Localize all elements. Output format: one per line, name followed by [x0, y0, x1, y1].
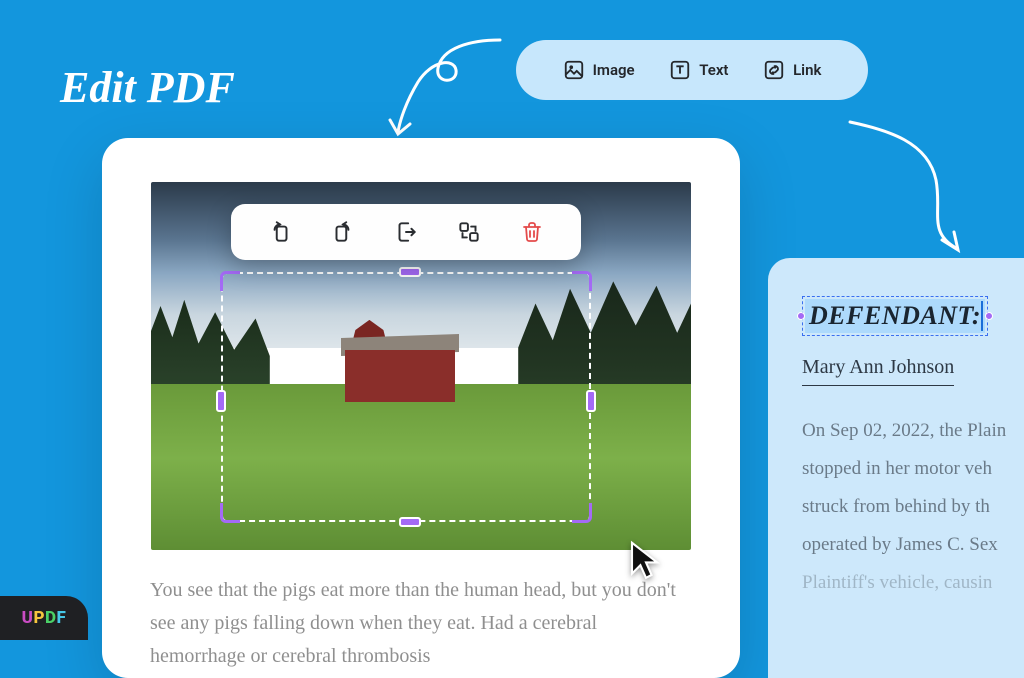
- arrow-decoration-left: [380, 28, 520, 148]
- text-handle-left[interactable]: [797, 312, 805, 320]
- text-handle-right[interactable]: [985, 312, 993, 320]
- arrow-decoration-right: [838, 112, 998, 272]
- defendant-name: Mary Ann Johnson: [802, 356, 954, 386]
- selection-corner-sw[interactable]: [220, 503, 240, 523]
- text-icon: [669, 59, 691, 81]
- extract-image-button[interactable]: [392, 218, 420, 246]
- link-icon: [763, 59, 785, 81]
- photo-container: [151, 182, 691, 550]
- selection-corner-ne[interactable]: [572, 271, 592, 291]
- brand-logo: UPDF: [0, 596, 88, 640]
- selection-handle-w[interactable]: [216, 390, 226, 412]
- text-tool-label: Text: [699, 61, 728, 79]
- case-body-text: On Sep 02, 2022, the Plain stopped in he…: [802, 412, 1024, 602]
- link-tool[interactable]: Link: [763, 59, 821, 81]
- text-tool[interactable]: Text: [669, 59, 728, 81]
- delete-image-button[interactable]: [518, 218, 546, 246]
- image-icon: [563, 59, 585, 81]
- selection-corner-se[interactable]: [572, 503, 592, 523]
- image-tool-label: Image: [593, 61, 635, 79]
- image-tool[interactable]: Image: [563, 59, 635, 81]
- image-edit-toolbar: [231, 204, 581, 260]
- document-body-text: You see that the pigs eat more than the …: [150, 574, 692, 673]
- text-cursor: [981, 301, 983, 331]
- link-tool-label: Link: [793, 61, 821, 79]
- rotate-left-button[interactable]: [266, 218, 294, 246]
- text-edit-panel: DEFENDANT: Mary Ann Johnson On Sep 02, 2…: [768, 258, 1024, 678]
- case-body-line: operated by James C. Sex: [802, 526, 1024, 564]
- text-selection-box[interactable]: DEFENDANT:: [802, 296, 988, 336]
- replace-image-button[interactable]: [455, 218, 483, 246]
- case-body-line: stopped in her motor veh: [802, 450, 1024, 488]
- selection-corner-nw[interactable]: [220, 271, 240, 291]
- rotate-right-button[interactable]: [329, 218, 357, 246]
- case-body-line: Plaintiff's vehicle, causin: [802, 564, 1024, 602]
- page-title: Edit PDF: [60, 62, 235, 113]
- edit-toolbar: Image Text Link: [516, 40, 868, 100]
- case-body-line: struck from behind by th: [802, 488, 1024, 526]
- defendant-label[interactable]: DEFENDANT:: [805, 299, 985, 333]
- cursor-icon: [629, 540, 663, 582]
- selection-handle-s[interactable]: [399, 517, 421, 527]
- document-card: You see that the pigs eat more than the …: [102, 138, 740, 678]
- selection-handle-e[interactable]: [586, 390, 596, 412]
- selection-handle-n[interactable]: [399, 267, 421, 277]
- case-body-line: On Sep 02, 2022, the Plain: [802, 412, 1024, 450]
- image-selection-box[interactable]: [221, 272, 591, 522]
